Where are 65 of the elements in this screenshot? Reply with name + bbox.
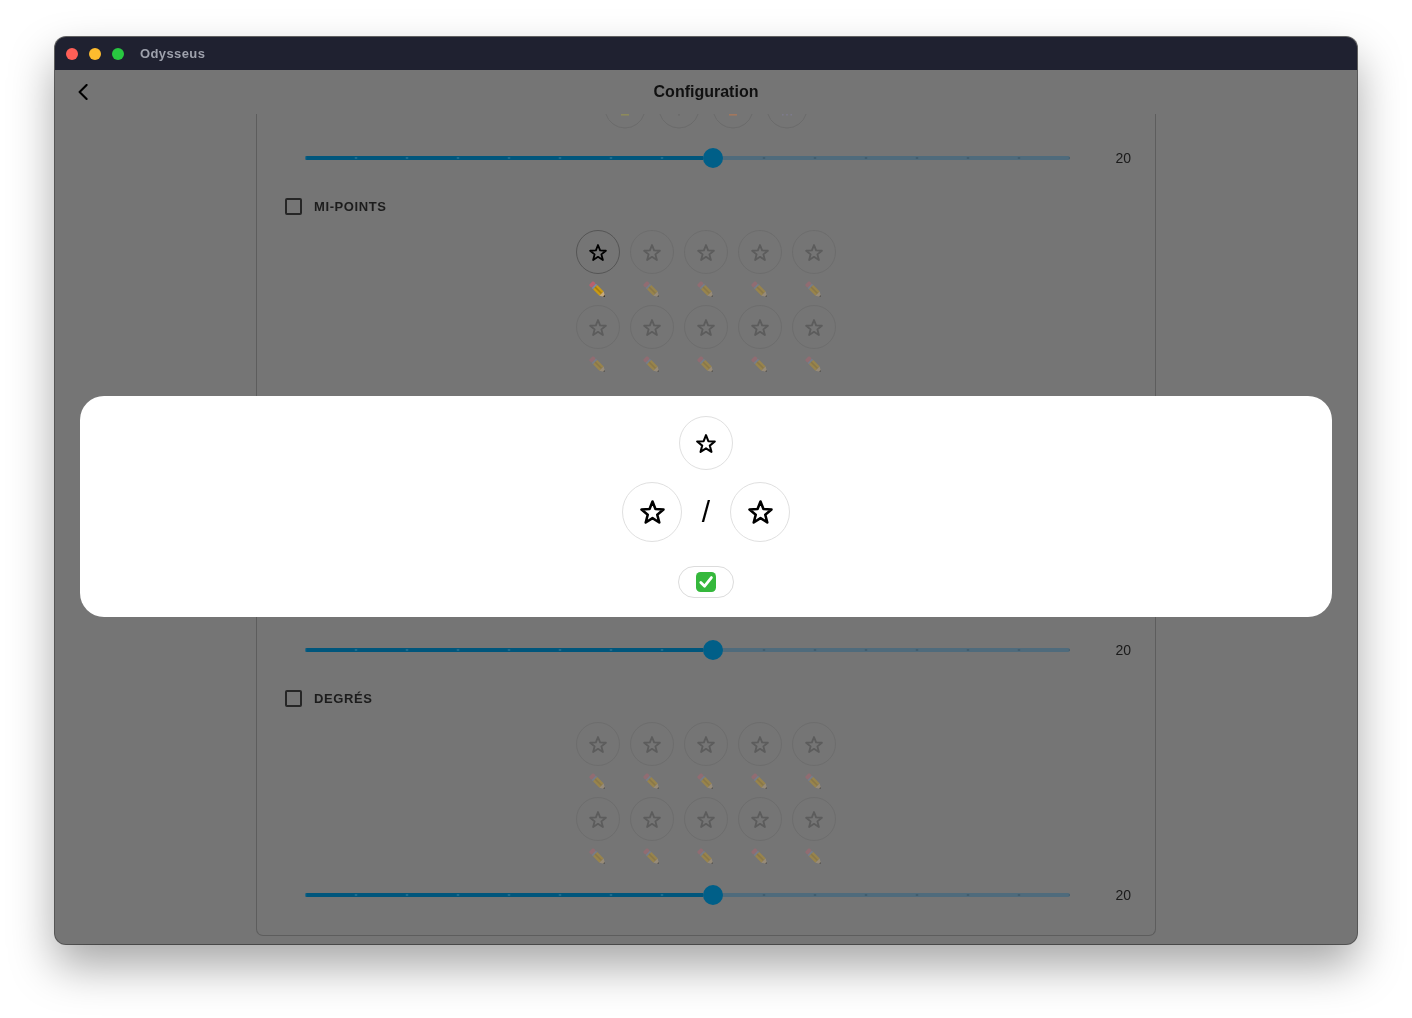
option-label: DEGRÉS xyxy=(314,690,373,706)
pencil-icon[interactable] xyxy=(750,355,770,375)
star-icon xyxy=(751,810,769,828)
star-icon xyxy=(589,810,607,828)
star-icon xyxy=(697,243,715,261)
checkbox[interactable] xyxy=(285,197,302,215)
pencil-icon[interactable] xyxy=(642,280,662,300)
pencil-icon[interactable] xyxy=(804,772,824,792)
star-icon xyxy=(589,735,607,753)
star-icon xyxy=(639,500,665,524)
chevron-left-icon xyxy=(78,84,88,100)
star-icon xyxy=(643,243,661,261)
slider-thumb[interactable] xyxy=(702,885,723,905)
close-button[interactable] xyxy=(66,47,78,60)
checkbox[interactable] xyxy=(285,689,302,707)
pencil-icon[interactable] xyxy=(750,772,770,792)
circle-icon xyxy=(766,114,808,130)
star-icon xyxy=(805,243,823,261)
pencil-icon[interactable] xyxy=(750,847,770,867)
pencil-icon[interactable] xyxy=(804,847,824,867)
pencil-icon[interactable] xyxy=(696,847,716,867)
star-icon xyxy=(747,500,773,524)
star-icon xyxy=(751,243,769,261)
star-icon xyxy=(643,735,661,753)
star-icon xyxy=(751,318,769,336)
star-icon xyxy=(697,735,715,753)
pencil-icon[interactable] xyxy=(642,355,662,375)
pencil-icon[interactable] xyxy=(642,847,662,867)
pencil-icon[interactable] xyxy=(696,355,716,375)
pencil-icon[interactable] xyxy=(588,355,608,375)
star-icon xyxy=(805,810,823,828)
circle-icon xyxy=(604,114,646,130)
star-icon xyxy=(589,243,607,261)
star-icon xyxy=(805,318,823,336)
pencil-icon[interactable] xyxy=(588,772,608,792)
option-label: MI-POINTS xyxy=(314,198,387,214)
page-title: Configuration xyxy=(653,83,759,101)
star-icon xyxy=(751,735,769,753)
confirm-button[interactable] xyxy=(678,566,734,598)
pencil-icon[interactable] xyxy=(588,847,608,867)
pencil-icon[interactable] xyxy=(696,772,716,792)
circle-icon xyxy=(712,114,754,130)
slash-separator: / xyxy=(700,495,712,529)
slider-value: 20 xyxy=(1115,642,1131,658)
star-icon xyxy=(643,318,661,336)
pencil-icon[interactable] xyxy=(696,280,716,300)
window-title: Odysseus xyxy=(140,46,206,61)
minimize-button[interactable] xyxy=(89,47,101,60)
slider-thumb[interactable] xyxy=(702,148,723,168)
star-icon xyxy=(697,318,715,336)
star-icon xyxy=(805,735,823,753)
pencil-icon[interactable] xyxy=(588,280,608,300)
checkmark-icon xyxy=(696,572,716,592)
slider-thumb[interactable] xyxy=(702,640,723,660)
slider-value: 20 xyxy=(1115,887,1131,903)
pencil-icon[interactable] xyxy=(804,280,824,300)
pencil-icon[interactable] xyxy=(750,280,770,300)
zoom-button[interactable] xyxy=(112,47,124,60)
star-icon xyxy=(697,810,715,828)
pencil-icon[interactable] xyxy=(642,772,662,792)
star-icon xyxy=(589,318,607,336)
star-icon xyxy=(643,810,661,828)
pencil-icon[interactable] xyxy=(804,355,824,375)
slider-value: 20 xyxy=(1115,150,1131,166)
star-icon xyxy=(696,433,716,453)
